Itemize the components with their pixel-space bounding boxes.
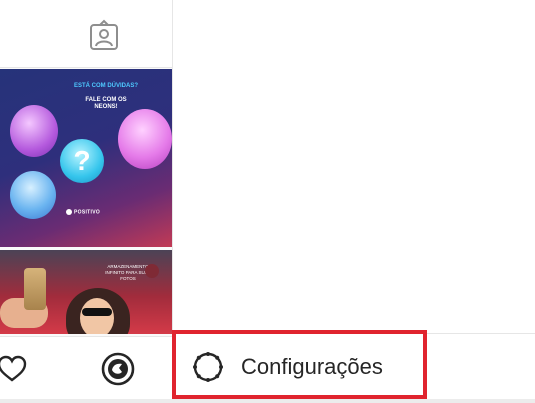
ad-headline: FALE COM OS NEONS! <box>85 97 127 110</box>
pink-mascot-image <box>118 109 172 169</box>
ad-small-text: ESTÁ COM DÚVIDAS? <box>74 83 139 89</box>
heart-icon <box>0 355 27 382</box>
purple-mascot-image <box>10 105 58 157</box>
ad-logo <box>145 264 159 278</box>
sunglasses-image <box>82 308 112 316</box>
bottom-navigation-bar <box>0 336 173 403</box>
feed-post-selfie-ad[interactable]: ARMAZENAMENTO INFINITO PARA SUAS FOTOS <box>0 250 172 334</box>
tagged-person-icon <box>90 19 118 50</box>
profile-icon <box>101 352 135 386</box>
blue-mascot-image <box>10 171 56 219</box>
settings-label: Configurações <box>241 354 383 379</box>
tagged-photos-tab[interactable] <box>86 18 122 54</box>
brand-name: POSITIVO <box>74 209 101 216</box>
phone-image <box>24 268 46 310</box>
system-bottom-strip <box>0 399 535 403</box>
profile-tab[interactable] <box>100 351 136 387</box>
profile-feed-column: ? ESTÁ COM DÚVIDAS? FALE COM OS NEONS! P… <box>0 0 173 403</box>
feed-post-neons-ad[interactable]: ? ESTÁ COM DÚVIDAS? FALE COM OS NEONS! P… <box>0 69 172 247</box>
woman-face-image <box>80 298 114 334</box>
gear-icon <box>193 352 223 382</box>
activity-tab[interactable] <box>0 353 28 385</box>
profile-tabs-row <box>0 0 172 68</box>
question-mark: ? <box>73 145 91 176</box>
question-bubble: ? <box>60 139 104 183</box>
brand-logo: POSITIVO <box>66 209 100 215</box>
